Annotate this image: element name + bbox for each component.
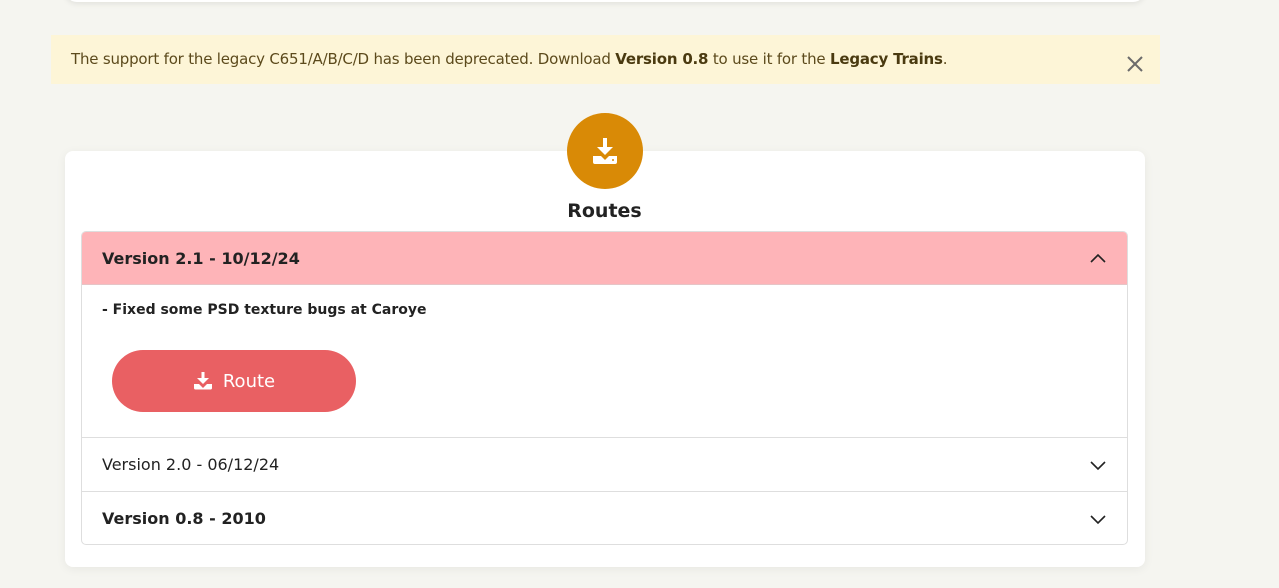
- section-title: Routes: [567, 200, 642, 222]
- route-download-button[interactable]: Route: [112, 350, 356, 412]
- accordion-item-title: Version 2.0 - 06/12/24: [102, 455, 280, 474]
- accordion-item[interactable]: Version 2.0 - 06/12/24: [82, 438, 1127, 492]
- version-description: - Fixed some PSD texture bugs at Caroye: [102, 302, 427, 318]
- deprecation-alert: The support for the legacy C651/A/B/C/D …: [51, 35, 1160, 84]
- chevron-up-icon[interactable]: [1089, 250, 1107, 268]
- alert-legacy-link[interactable]: Legacy Trains: [830, 50, 943, 68]
- close-icon[interactable]: [1125, 54, 1145, 74]
- alert-text-suffix: .: [942, 50, 948, 68]
- alert-version-link[interactable]: Version 0.8: [615, 50, 708, 68]
- accordion-item-title: Version 0.8 - 2010: [102, 509, 266, 528]
- previous-card: [65, 0, 1145, 2]
- alert-message: The support for the legacy C651/A/B/C/D …: [71, 50, 948, 68]
- accordion-title: Version 2.1 - 10/12/24: [102, 249, 300, 268]
- alert-text-middle: to use it for the: [708, 50, 831, 68]
- accordion-body: - Fixed some PSD texture bugs at Caroye …: [82, 285, 1127, 438]
- download-icon: [193, 372, 212, 390]
- accordion-header-open[interactable]: Version 2.1 - 10/12/24: [82, 232, 1127, 285]
- route-button-label: Route: [222, 370, 276, 392]
- download-icon: [567, 113, 643, 189]
- alert-text-prefix: The support for the legacy C651/A/B/C/D …: [71, 50, 616, 68]
- accordion-item[interactable]: Version 0.8 - 2010: [82, 492, 1127, 544]
- chevron-down-icon[interactable]: [1089, 510, 1107, 528]
- chevron-down-icon[interactable]: [1089, 456, 1107, 474]
- versions-accordion: Version 2.1 - 10/12/24 - Fixed some PSD …: [81, 231, 1128, 545]
